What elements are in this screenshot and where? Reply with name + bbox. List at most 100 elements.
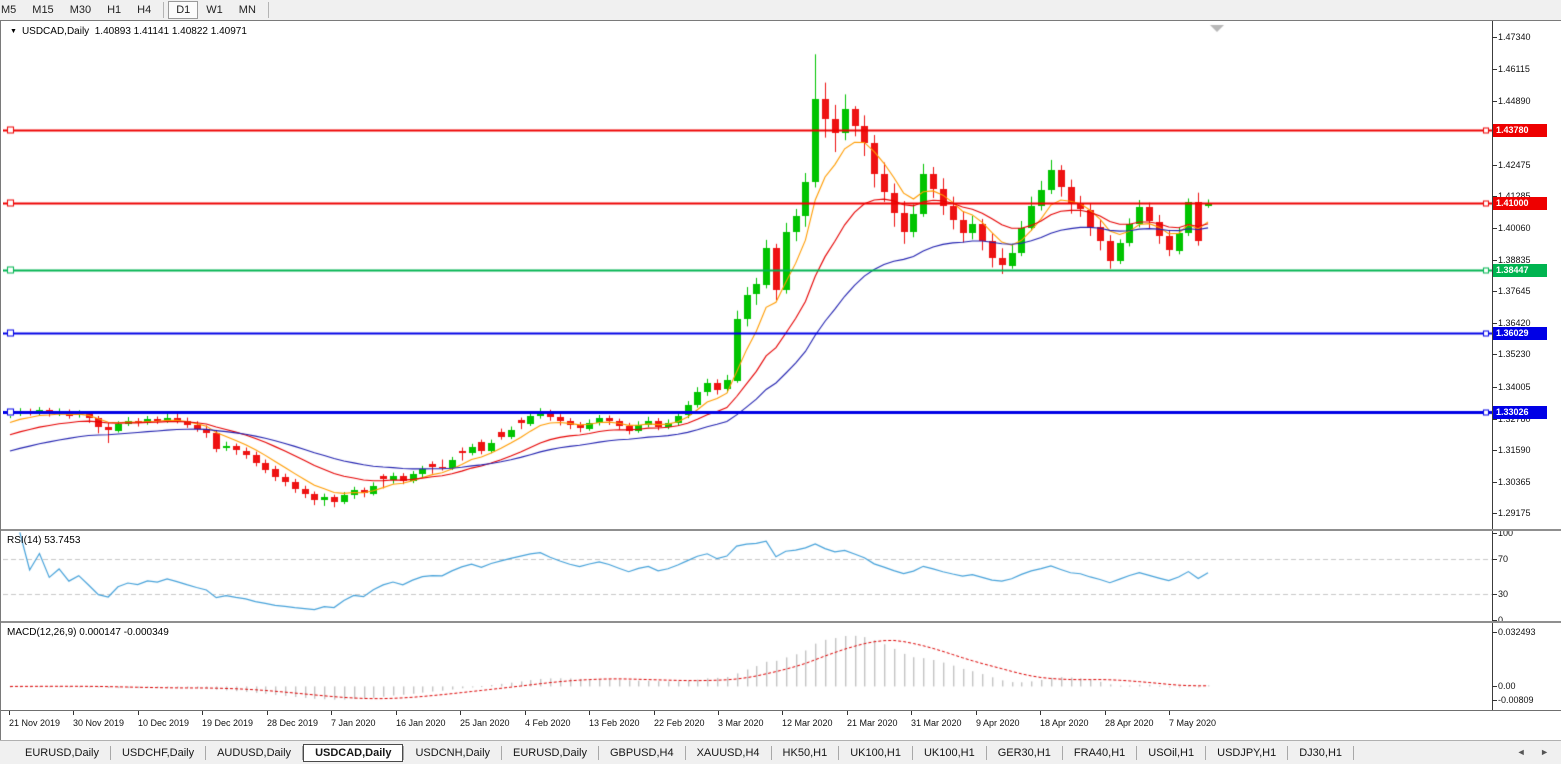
- timeframe-button-m30[interactable]: M30: [62, 1, 99, 19]
- rsi-canvas[interactable]: [3, 532, 1492, 621]
- rsi-tick-label: 30: [1498, 589, 1508, 600]
- date-tick-label: 28 Dec 2019: [267, 718, 318, 728]
- chart-tab-fra40-h1[interactable]: FRA40,H1: [1063, 744, 1136, 762]
- date-tick-mark: [1040, 711, 1041, 715]
- date-tick-mark: [976, 711, 977, 715]
- macd-tick-label: 0.00: [1498, 681, 1516, 692]
- date-tick-mark: [782, 711, 783, 715]
- price-tick-label: 1.42475: [1498, 160, 1531, 171]
- chart-title: ▼ USDCAD,Daily 1.40893 1.41141 1.40822 1.…: [10, 26, 247, 37]
- tab-scroll-arrows[interactable]: ◄ ►: [1517, 747, 1555, 757]
- chart-window: ▼ USDCAD,Daily 1.40893 1.41141 1.40822 1.…: [0, 20, 1561, 741]
- timeframe-button-h1[interactable]: H1: [99, 1, 129, 19]
- hline-price-flag[interactable]: 1.43780: [1493, 124, 1547, 137]
- price-tick-mark: [1492, 291, 1497, 292]
- price-tick-label: 1.30365: [1498, 477, 1531, 488]
- chart-symbol-period: USDCAD,Daily: [22, 26, 89, 37]
- timeframe-button-mn[interactable]: MN: [231, 1, 264, 19]
- tab-separator: [1353, 746, 1354, 760]
- rsi-tick-mark: [1492, 594, 1497, 595]
- chart-tab-usdchf-daily[interactable]: USDCHF,Daily: [111, 744, 205, 762]
- chart-tab-eurusd-daily[interactable]: EURUSD,Daily: [14, 744, 110, 762]
- chart-tab-usoil-h1[interactable]: USOil,H1: [1137, 744, 1205, 762]
- chart-ohlc-values: 1.40893 1.41141 1.40822 1.40971: [95, 26, 247, 37]
- hline-price-flag[interactable]: 1.41000: [1493, 197, 1547, 210]
- date-tick-mark: [1105, 711, 1106, 715]
- macd-tick-mark: [1492, 632, 1497, 633]
- date-tick-mark: [525, 711, 526, 715]
- pane-separator: [1, 710, 1561, 711]
- date-tick-mark: [331, 711, 332, 715]
- price-tick-mark: [1492, 69, 1497, 70]
- price-tick-mark: [1492, 37, 1497, 38]
- date-tick-label: 12 Mar 2020: [782, 718, 833, 728]
- date-tick-mark: [138, 711, 139, 715]
- macd-tick-label: -0.00809: [1498, 695, 1534, 706]
- date-tick-label: 13 Feb 2020: [589, 718, 640, 728]
- chart-tab-audusd-daily[interactable]: AUDUSD,Daily: [206, 744, 302, 762]
- chart-tab-uk100-h1[interactable]: UK100,H1: [839, 744, 912, 762]
- date-tick-label: 4 Feb 2020: [525, 718, 571, 728]
- price-tick-label: 1.35230: [1498, 349, 1531, 360]
- price-tick-mark: [1492, 354, 1497, 355]
- date-tick-mark: [847, 711, 848, 715]
- chart-tab-usdjpy-h1[interactable]: USDJPY,H1: [1206, 744, 1287, 762]
- hline-price-flag[interactable]: 1.36029: [1493, 327, 1547, 340]
- date-tick-mark: [589, 711, 590, 715]
- timeframe-button-m15[interactable]: M15: [24, 1, 61, 19]
- chart-tab-hk50-h1[interactable]: HK50,H1: [772, 744, 839, 762]
- rsi-tick-mark: [1492, 559, 1497, 560]
- price-tick-mark: [1492, 419, 1497, 420]
- price-tick-label: 1.44890: [1498, 96, 1531, 107]
- price-tick-mark: [1492, 482, 1497, 483]
- chart-tab-dj30-h1[interactable]: DJ30,H1: [1288, 744, 1353, 762]
- chart-tab-eurusd-daily[interactable]: EURUSD,Daily: [502, 744, 598, 762]
- date-tick-label: 7 May 2020: [1169, 718, 1216, 728]
- date-tick-mark: [911, 711, 912, 715]
- chart-tab-xauusd-h4[interactable]: XAUUSD,H4: [686, 744, 771, 762]
- timeframe-button-m5[interactable]: M5: [0, 1, 24, 19]
- date-tick-mark: [202, 711, 203, 715]
- date-tick-mark: [73, 711, 74, 715]
- rsi-tick-mark: [1492, 533, 1497, 534]
- date-tick-label: 9 Apr 2020: [976, 718, 1020, 728]
- macd-canvas[interactable]: [3, 624, 1492, 710]
- pane-separator[interactable]: [1, 621, 1561, 623]
- price-tick-label: 1.34005: [1498, 382, 1531, 393]
- mt4-terminal: { "toolbar": { "timeframes": ["M5","M15"…: [0, 0, 1561, 764]
- chart-tab-usdcnh-daily[interactable]: USDCNH,Daily: [404, 744, 501, 762]
- date-tick-mark: [654, 711, 655, 715]
- timeframe-button-d1[interactable]: D1: [168, 1, 198, 19]
- price-tick-mark: [1492, 228, 1497, 229]
- rsi-indicator-label: RSI(14) 53.7453: [7, 535, 80, 546]
- date-tick-mark: [718, 711, 719, 715]
- price-tick-mark: [1492, 323, 1497, 324]
- timeframe-button-w1[interactable]: W1: [198, 1, 231, 19]
- price-tick-mark: [1492, 101, 1497, 102]
- chart-tab-gbpusd-h4[interactable]: GBPUSD,H4: [599, 744, 685, 762]
- date-tick-mark: [1169, 711, 1170, 715]
- price-tick-label: 1.46115: [1498, 64, 1530, 75]
- price-tick-label: 1.37645: [1498, 286, 1531, 297]
- chart-tab-ger30-h1[interactable]: GER30,H1: [987, 744, 1062, 762]
- timeframe-toolbar: M5M15M30H1H4 D1W1MN: [0, 0, 1561, 21]
- timeframe-button-h4[interactable]: H4: [129, 1, 159, 19]
- date-tick-label: 30 Nov 2019: [73, 718, 124, 728]
- date-tick-label: 21 Nov 2019: [9, 718, 60, 728]
- date-tick-label: 7 Jan 2020: [331, 718, 376, 728]
- chart-tab-uk100-h1[interactable]: UK100,H1: [913, 744, 986, 762]
- price-chart-canvas[interactable]: [3, 23, 1492, 529]
- price-tick-label: 1.29175: [1498, 508, 1531, 519]
- chart-menu-icon[interactable]: ▼: [10, 28, 17, 35]
- date-tick-label: 19 Dec 2019: [202, 718, 253, 728]
- chart-tab-usdcad-daily[interactable]: USDCAD,Daily: [303, 744, 403, 762]
- date-tick-label: 10 Dec 2019: [138, 718, 189, 728]
- date-tick-label: 25 Jan 2020: [460, 718, 510, 728]
- hline-price-flag[interactable]: 1.33026: [1493, 406, 1547, 419]
- hline-price-flag[interactable]: 1.38447: [1493, 264, 1547, 277]
- pane-separator[interactable]: [1, 529, 1561, 531]
- price-tick-mark: [1492, 387, 1497, 388]
- date-tick-mark: [460, 711, 461, 715]
- date-axis: 21 Nov 2019 30 Nov 2019 10 Dec 2019 19 Dec …: [1, 711, 1561, 739]
- price-tick-label: 1.47340: [1498, 32, 1531, 43]
